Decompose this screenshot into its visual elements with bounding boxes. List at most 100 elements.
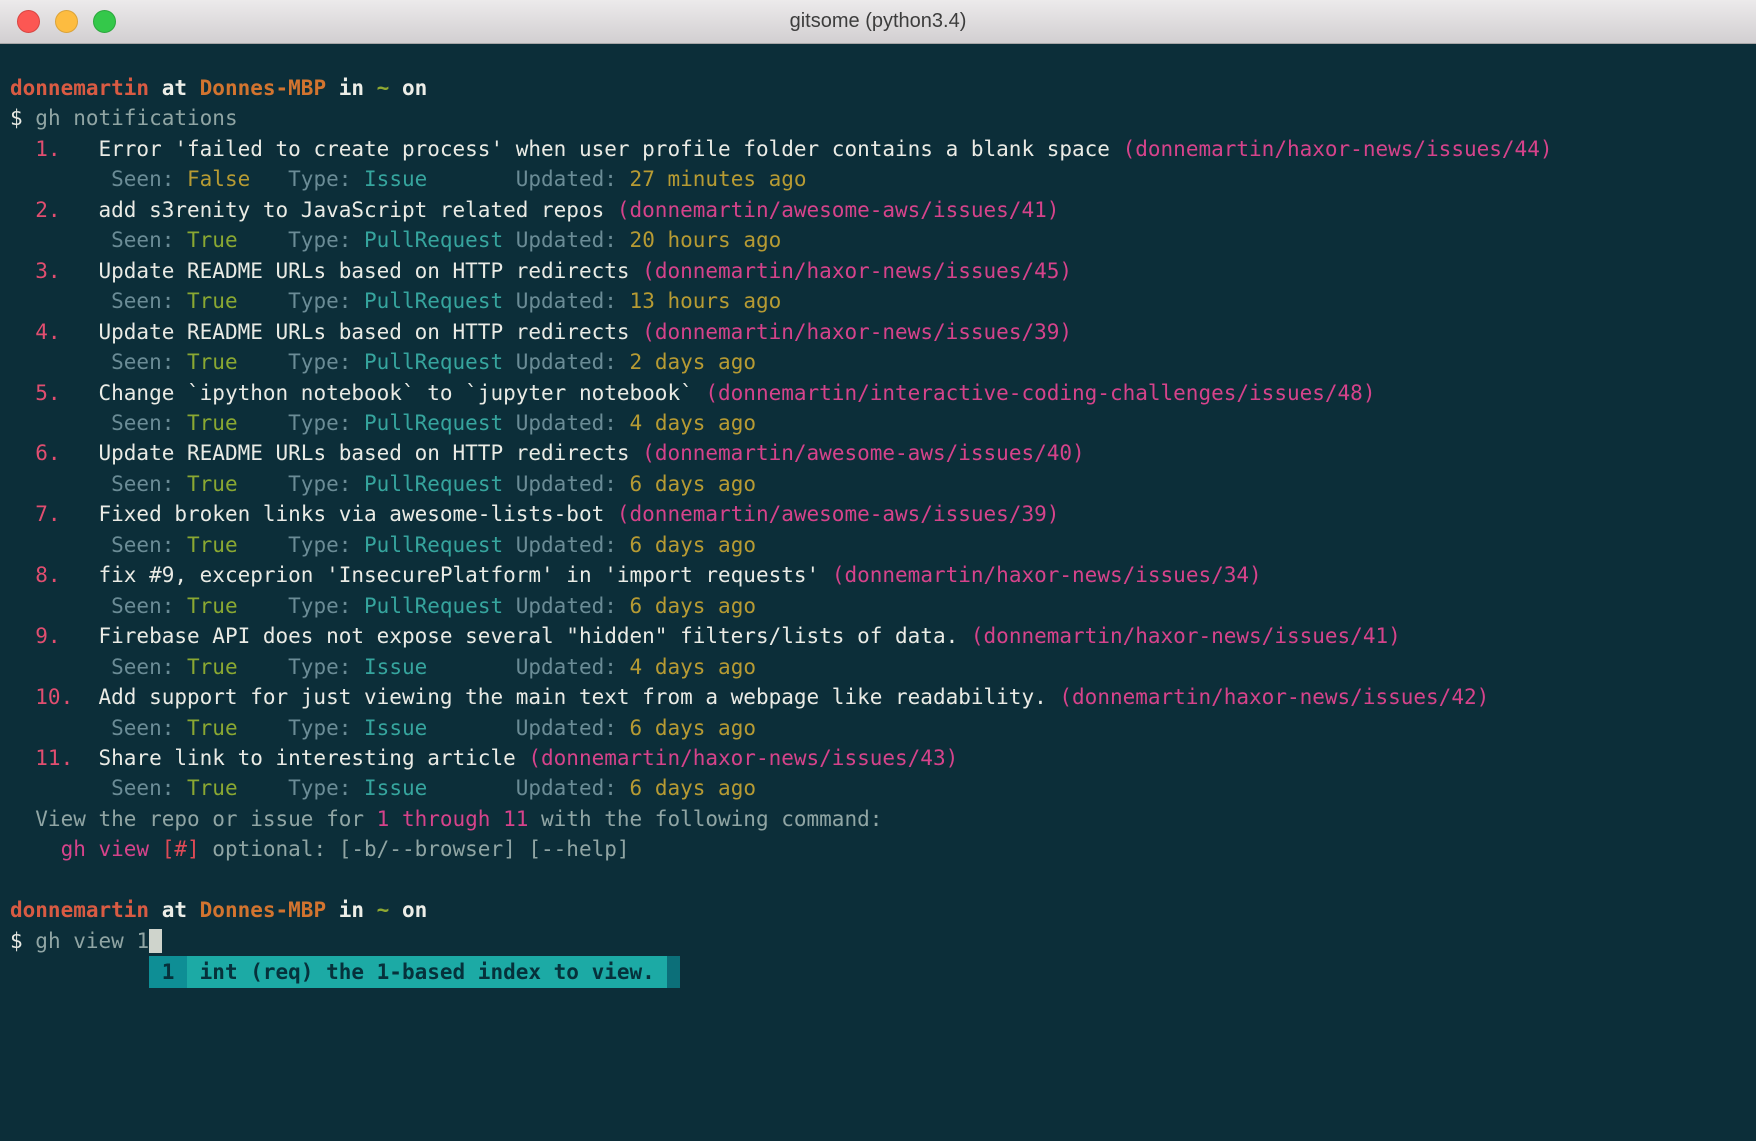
terminal-line: Seen: True Type: Issue Updated: 4 days a… xyxy=(10,652,1756,682)
terminal-line: donnemartin at Donnes-MBP in ~ on xyxy=(10,73,1756,103)
terminal-line: 10. Add support for just viewing the mai… xyxy=(10,682,1756,712)
repo-link: (donnemartin/haxor-news/issues/43) xyxy=(528,745,959,770)
repo-link: (donnemartin/haxor-news/issues/34) xyxy=(831,563,1262,588)
terminal-screen[interactable]: donnemartin at Donnes-MBP in ~ on $ gh no… xyxy=(0,44,1756,1141)
terminal-text: Type: xyxy=(237,289,365,314)
terminal-line: 2. add s3renity to JavaScript related re… xyxy=(10,195,1756,225)
terminal-text: 6 days ago xyxy=(629,532,756,557)
terminal-text: Updated: xyxy=(503,350,630,375)
terminal-text: in xyxy=(326,76,377,100)
terminal-text: Type: xyxy=(237,532,365,557)
terminal-text: $ xyxy=(10,928,23,953)
terminal-text: PullRequest xyxy=(364,228,504,253)
terminal-text: Firebase API does not expose several "hi… xyxy=(60,624,971,649)
completion-scrollbar xyxy=(667,956,681,989)
completion-index: 1 xyxy=(149,956,188,989)
terminal-text: PullRequest xyxy=(364,410,504,435)
terminal-line: Seen: True Type: Issue Updated: 6 days a… xyxy=(10,773,1756,803)
terminal-line: Seen: True Type: PullRequest Updated: 6 … xyxy=(10,530,1756,560)
terminal-text: Type: xyxy=(237,593,365,618)
terminal-line: 5. Change `ipython notebook` to `jupyter… xyxy=(10,378,1756,408)
terminal-text: View the repo or issue for xyxy=(10,806,377,831)
prompt-user: donnemartin xyxy=(10,898,150,923)
terminal-line: Seen: True Type: PullRequest Updated: 4 … xyxy=(10,408,1756,438)
terminal-line: 6. Update README URLs based on HTTP redi… xyxy=(10,438,1756,468)
terminal-line: 9. Firebase API does not expose several … xyxy=(10,621,1756,651)
terminal-line: 7. Fixed broken links via awesome-lists-… xyxy=(10,499,1756,529)
terminal-text: [#] xyxy=(161,837,200,862)
terminal-text: on xyxy=(389,76,428,100)
repo-link: (donnemartin/awesome-aws/issues/40) xyxy=(642,441,1085,466)
terminal-text: Type: xyxy=(237,654,365,679)
terminal-text: Type: xyxy=(237,471,365,496)
terminal-text: Updated: xyxy=(427,654,630,679)
terminal-text: in xyxy=(326,898,377,923)
terminal-text: $ xyxy=(10,106,23,131)
terminal-text: 6 days ago xyxy=(629,593,756,618)
terminal-text: Type: xyxy=(237,776,365,801)
terminal-text: Seen: xyxy=(10,532,188,557)
zoom-button[interactable] xyxy=(93,10,116,33)
terminal-line: Seen: True Type: Issue Updated: 6 days a… xyxy=(10,713,1756,743)
terminal-text: Seen: xyxy=(10,654,188,679)
terminal-text: Updated: xyxy=(503,593,630,618)
terminal-text: True xyxy=(187,228,238,253)
terminal-text: Seen: xyxy=(10,167,188,192)
terminal-text: ~ xyxy=(376,76,390,100)
terminal-text: True xyxy=(187,776,238,801)
terminal-text: False xyxy=(187,167,251,192)
terminal-line: 8. fix #9, exceprion 'InsecurePlatform' … xyxy=(10,560,1756,590)
terminal-text: 27 minutes ago xyxy=(629,167,807,192)
terminal-text: Issue xyxy=(364,715,428,740)
terminal-text: Updated: xyxy=(503,532,630,557)
terminal-line: Seen: True Type: PullRequest Updated: 6 … xyxy=(10,591,1756,621)
terminal-text: Updated: xyxy=(503,471,630,496)
terminal-text: 20 hours ago xyxy=(629,228,782,253)
notification-number: 6. xyxy=(10,441,61,466)
terminal-text: True xyxy=(187,350,238,375)
terminal-line: Seen: False Type: Issue Updated: 27 minu… xyxy=(10,164,1756,194)
terminal-text: Seen: xyxy=(10,471,188,496)
terminal-text: with the following command: xyxy=(528,806,883,831)
terminal-text: at xyxy=(149,898,200,923)
terminal-line: gh view [#] optional: [-b/--browser] [--… xyxy=(10,834,1756,864)
terminal-text: fix #9, exceprion 'InsecurePlatform' in … xyxy=(60,563,832,588)
terminal-text: on xyxy=(389,898,428,923)
terminal-text: gh view 1 xyxy=(22,928,150,953)
notification-number: 2. xyxy=(10,197,61,222)
terminal-line: 11. Share link to interesting article (d… xyxy=(10,743,1756,773)
terminal-text: Add support for just viewing the main te… xyxy=(73,685,1060,710)
traffic-lights xyxy=(17,0,116,43)
notification-number: 9. xyxy=(10,624,61,649)
notification-number: 11. xyxy=(10,745,74,770)
terminal-text: Issue xyxy=(364,776,428,801)
terminal-window: gitsome (python3.4) donnemartin at Donne… xyxy=(0,0,1756,1141)
terminal-line: Seen: True Type: PullRequest Updated: 6 … xyxy=(10,469,1756,499)
terminal-text: 2 days ago xyxy=(629,350,756,375)
minimize-button[interactable] xyxy=(55,10,78,33)
notification-number: 4. xyxy=(10,319,61,344)
repo-link: (donnemartin/awesome-aws/issues/39) xyxy=(616,502,1060,527)
terminal-text: gh view xyxy=(10,837,162,862)
terminal-text: Change `ipython notebook` to `jupyter no… xyxy=(60,380,706,405)
terminal-text: Type: xyxy=(237,350,365,375)
terminal-text: 6 days ago xyxy=(629,471,756,496)
terminal-line: $ gh view 1 xyxy=(10,926,1756,956)
terminal-text: Fixed broken links via awesome-lists-bot xyxy=(60,502,617,527)
terminal-text: Issue xyxy=(364,167,428,192)
terminal-text: True xyxy=(187,715,238,740)
terminal-line: $ gh notifications xyxy=(10,103,1756,133)
terminal-text: at xyxy=(149,76,200,100)
terminal-line: 1. Error 'failed to create process' when… xyxy=(10,134,1756,164)
terminal-line: Seen: True Type: PullRequest Updated: 13… xyxy=(10,286,1756,316)
notification-number: 7. xyxy=(10,502,61,527)
terminal-text: Error 'failed to create process' when us… xyxy=(60,136,1123,161)
titlebar[interactable]: gitsome (python3.4) xyxy=(0,0,1756,44)
terminal-text: ~ xyxy=(376,898,390,923)
terminal-line: Seen: True Type: PullRequest Updated: 20… xyxy=(10,225,1756,255)
terminal-line: Seen: True Type: PullRequest Updated: 2 … xyxy=(10,347,1756,377)
terminal-text: Updated: xyxy=(503,228,630,253)
close-button[interactable] xyxy=(17,10,40,33)
terminal-text: add s3renity to JavaScript related repos xyxy=(60,197,617,222)
